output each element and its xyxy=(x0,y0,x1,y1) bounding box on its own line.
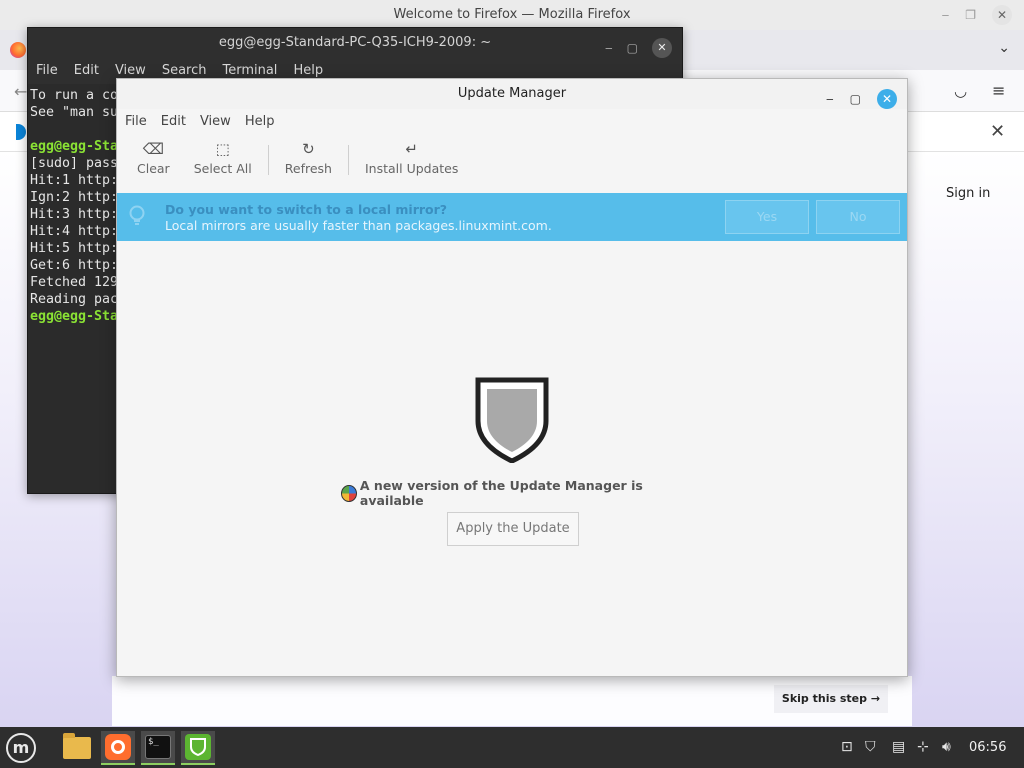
terminal-launcher[interactable]: $_ xyxy=(141,731,175,765)
refresh-label: Refresh xyxy=(284,161,332,176)
terminal-icon: $_ xyxy=(145,735,171,759)
update-manager-titlebar: Update Manager ‒ ▢ ✕ xyxy=(117,79,907,109)
terminal-titlebar: egg@egg-Standard-PC-Q35-ICH9-2009: ~ ‒ ▢… xyxy=(28,28,682,58)
pocket-icon[interactable]: ◡ xyxy=(954,82,967,100)
terminal-window-title: egg@egg-Standard-PC-Q35-ICH9-2009: ~ xyxy=(218,35,492,50)
refresh-button[interactable]: ↻ Refresh xyxy=(273,139,344,176)
select-all-icon: ⬚ xyxy=(215,140,230,158)
menu-help[interactable]: Help xyxy=(245,114,275,135)
apply-update-button[interactable]: Apply the Update xyxy=(447,512,579,546)
clear-label: Clear xyxy=(137,161,170,176)
files-launcher[interactable] xyxy=(60,731,94,765)
volume-icon[interactable]: 🔊︎ xyxy=(942,739,951,755)
maximize-icon[interactable]: ▢ xyxy=(627,33,638,63)
no-button[interactable]: No xyxy=(816,200,900,234)
install-icon: ↵ xyxy=(405,140,418,158)
update-manager-menubar: File Edit View Help xyxy=(117,109,907,135)
network-icon[interactable]: ⊹ xyxy=(917,739,929,755)
update-manager-window-title: Update Manager xyxy=(457,86,567,101)
lightbulb-icon xyxy=(129,205,145,225)
update-manager-window-controls: ‒ ▢ ✕ xyxy=(826,84,897,114)
maximize-icon[interactable]: ❐ xyxy=(965,8,976,22)
update-manager-icon xyxy=(185,734,211,760)
menu-edit[interactable]: Edit xyxy=(161,114,186,135)
clear-button[interactable]: ⌫ Clear xyxy=(125,139,182,176)
close-icon[interactable]: ✕ xyxy=(652,38,672,58)
folder-icon xyxy=(63,733,91,759)
firefox-window-controls: ‒ ❐ ✕ xyxy=(942,0,1024,30)
firefox-window-title: Welcome to Firefox — Mozilla Firefox xyxy=(393,7,631,22)
terminal-menu-edit[interactable]: Edit xyxy=(74,58,107,84)
taskbar: m $_ ⊡ ⛉ ▤ ⊹ 🔊︎ 06:56 xyxy=(0,727,1024,768)
select-all-button[interactable]: ⬚ Select All xyxy=(182,139,264,176)
minimize-icon[interactable]: ‒ xyxy=(605,33,613,63)
new-version-text: A new version of the Update Manager is a… xyxy=(359,478,643,508)
minimize-icon[interactable]: ‒ xyxy=(826,84,834,114)
firefox-tab-icon[interactable] xyxy=(10,42,26,58)
chevron-down-icon[interactable]: ⌄ xyxy=(998,40,1010,56)
mint-menu-icon[interactable]: m xyxy=(6,733,36,763)
clock[interactable]: 06:56 xyxy=(969,740,1006,755)
mirror-infobar: Do you want to switch to a local mirror?… xyxy=(117,193,907,241)
skip-step-button[interactable]: Skip this step → xyxy=(774,685,888,713)
yes-button[interactable]: Yes xyxy=(725,200,809,234)
refresh-icon: ↻ xyxy=(302,140,315,158)
close-icon[interactable]: ✕ xyxy=(877,89,897,109)
update-manager-launcher[interactable] xyxy=(181,731,215,765)
terminal-menu-file[interactable]: File xyxy=(36,58,66,84)
hamburger-menu-icon[interactable]: ≡ xyxy=(992,81,1005,100)
sign-in-link[interactable]: Sign in xyxy=(946,186,990,201)
infobar-subtitle: Local mirrors are usually faster than pa… xyxy=(165,218,552,233)
infobar-title: Do you want to switch to a local mirror? xyxy=(165,202,448,217)
terminal-window-controls: ‒ ▢ ✕ xyxy=(605,33,672,63)
update-manager-logo-icon xyxy=(341,484,357,502)
install-updates-label: Install Updates xyxy=(364,161,459,176)
clipboard-icon[interactable]: ▤ xyxy=(892,739,905,755)
eraser-icon: ⌫ xyxy=(142,140,164,158)
close-icon[interactable]: ✕ xyxy=(992,5,1012,25)
firefox-launcher[interactable] xyxy=(101,731,135,765)
update-shield-tray-icon[interactable]: ⛉ xyxy=(865,739,876,755)
new-version-message: A new version of the Update Manager is a… xyxy=(341,478,685,508)
firefox-icon xyxy=(105,734,131,760)
install-updates-button[interactable]: ↵ Install Updates xyxy=(353,139,470,176)
back-arrow-icon[interactable]: ← xyxy=(14,82,27,101)
firefox-titlebar: Welcome to Firefox — Mozilla Firefox xyxy=(0,0,1024,30)
toolbar-separator xyxy=(267,145,269,175)
update-manager-window: Update Manager ‒ ▢ ✕ File Edit View Help… xyxy=(116,78,908,677)
menu-view[interactable]: View xyxy=(200,114,231,135)
menu-file[interactable]: File xyxy=(125,114,147,135)
shield-icon xyxy=(475,377,549,463)
notifications-icon[interactable]: ⊡ xyxy=(841,739,853,755)
minimize-icon[interactable]: ‒ xyxy=(942,8,950,22)
close-icon[interactable]: ✕ xyxy=(990,121,1005,142)
update-manager-toolbar: ⌫ Clear ⬚ Select All ↻ Refresh ↵ Install… xyxy=(117,135,907,193)
update-manager-content: A new version of the Update Manager is a… xyxy=(117,241,907,676)
maximize-icon[interactable]: ▢ xyxy=(850,84,861,114)
select-all-label: Select All xyxy=(193,161,252,176)
toolbar-separator xyxy=(347,145,349,175)
